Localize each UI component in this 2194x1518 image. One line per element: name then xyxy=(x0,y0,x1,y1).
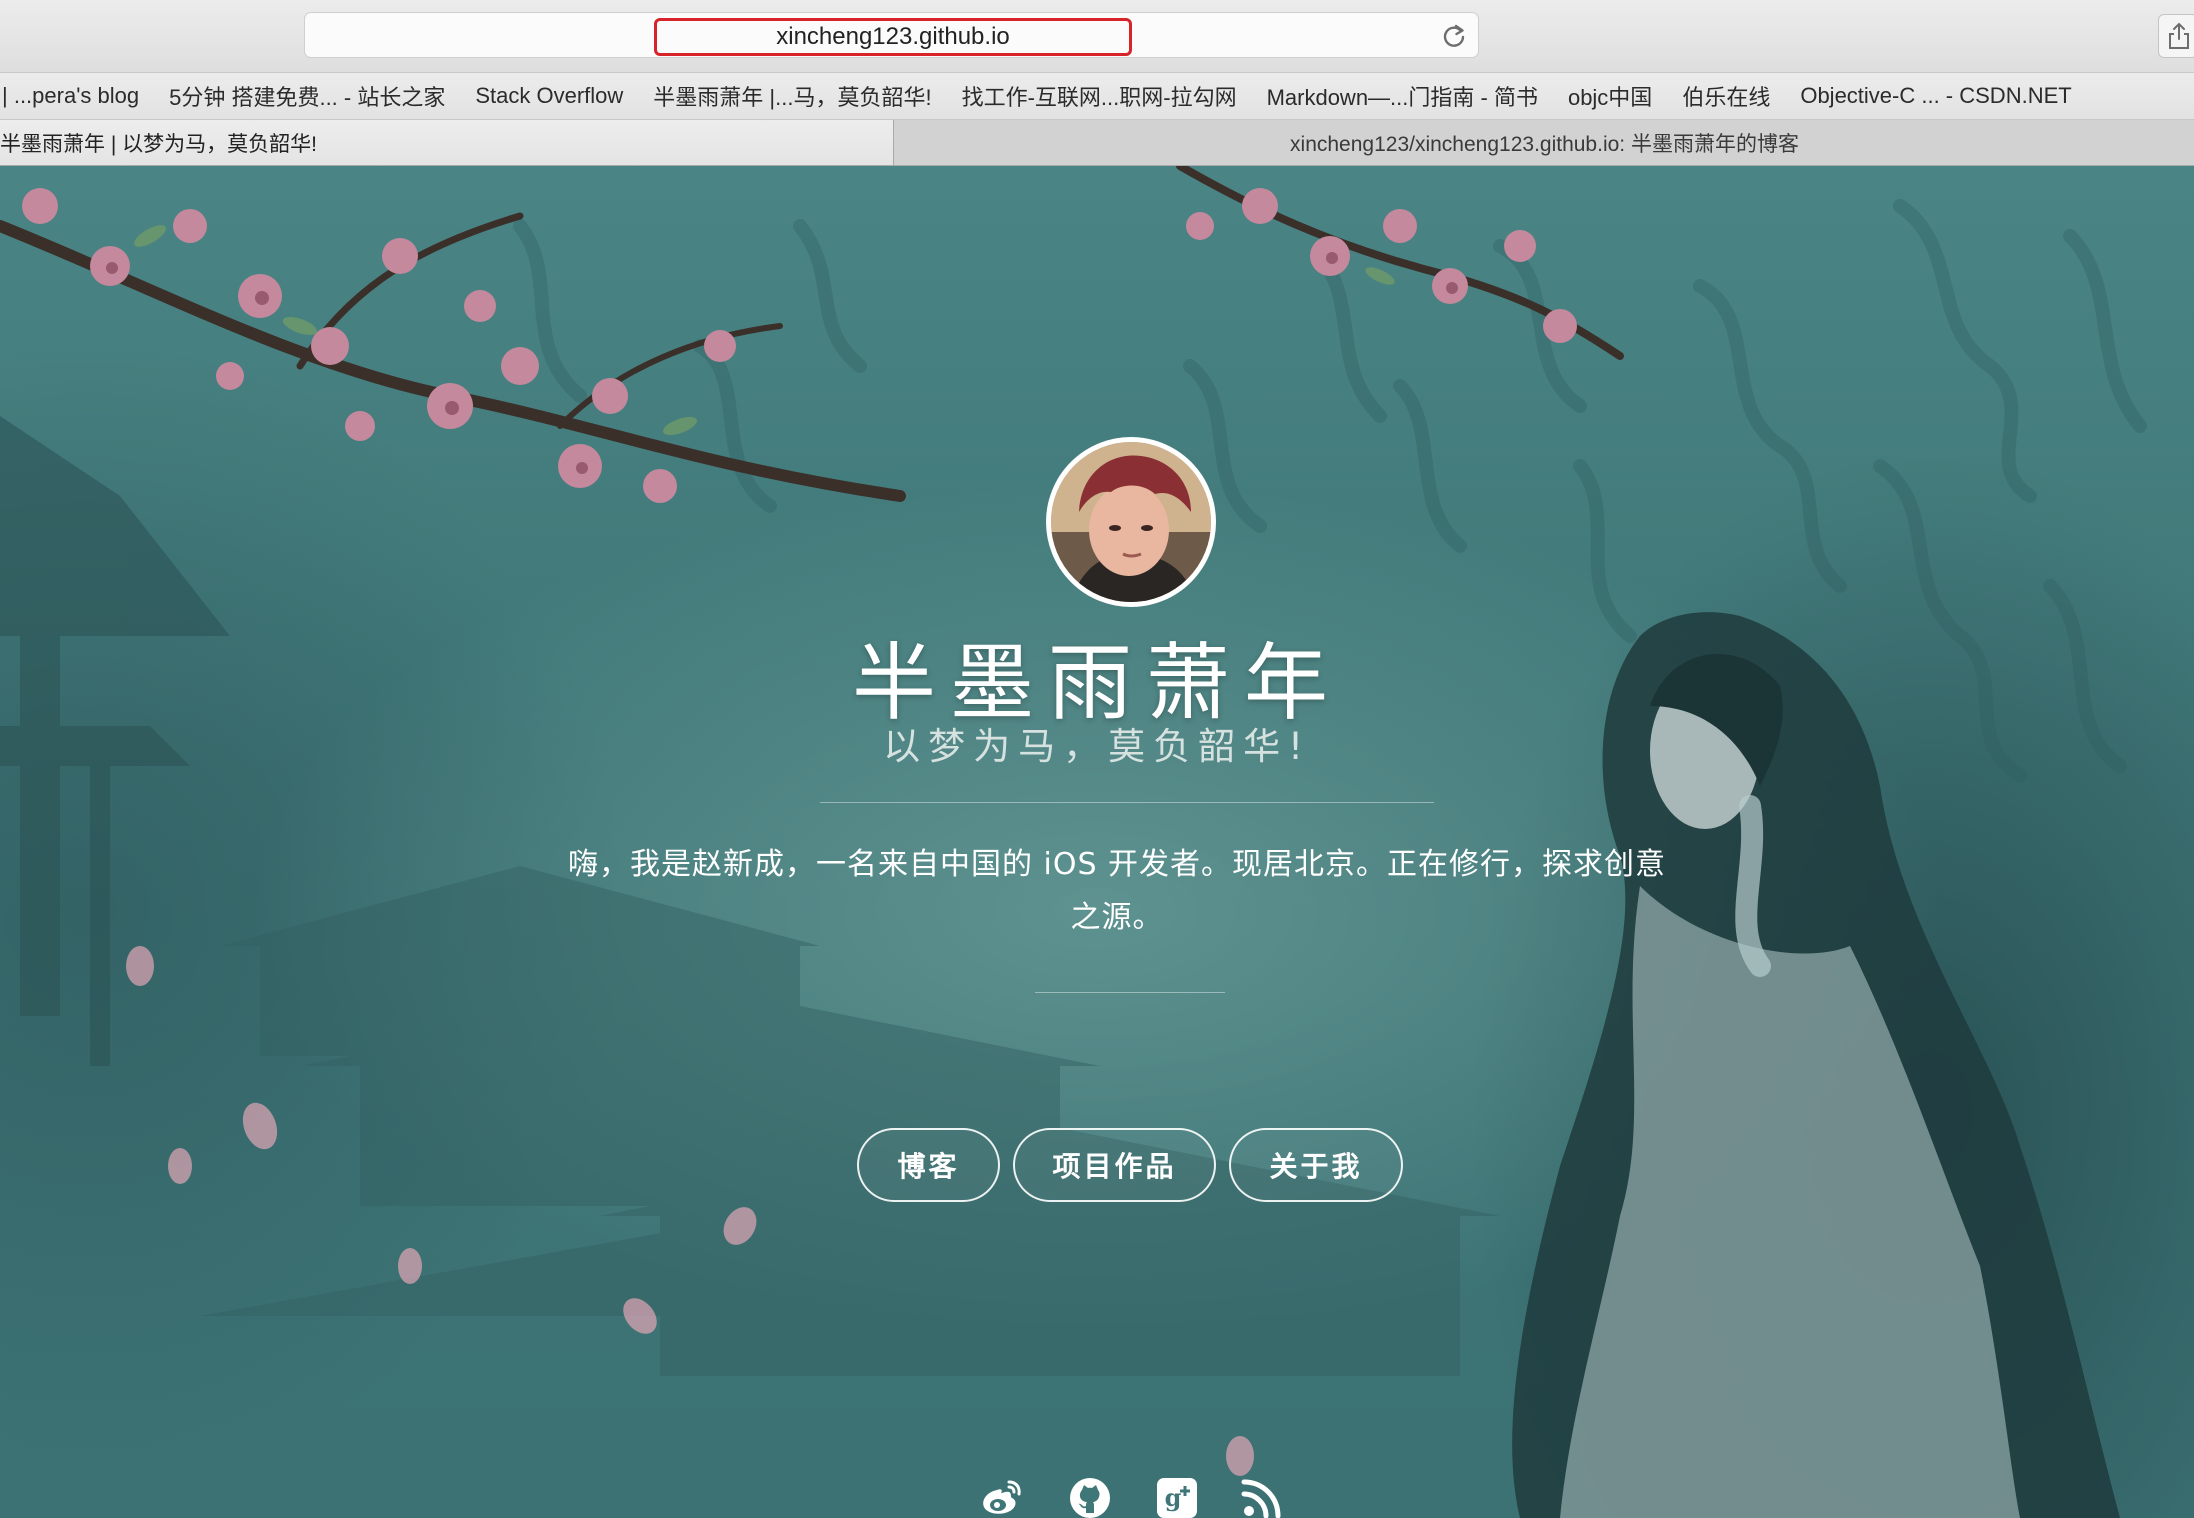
svg-text:g: g xyxy=(1165,1483,1182,1512)
bookmark-item[interactable]: 找工作-互联网...职网-拉勾网 xyxy=(947,80,1252,112)
site-subtitle: 以梦为马，莫负韶华! xyxy=(883,725,1311,768)
bookmark-item[interactable]: | ...pera's blog xyxy=(0,83,154,109)
tab-bar: 半墨雨萧年 | 以梦为马，莫负韶华! xincheng123/xincheng1… xyxy=(0,120,2194,166)
share-button[interactable] xyxy=(2158,14,2194,58)
divider xyxy=(1035,992,1225,993)
blog-button[interactable]: 博客 xyxy=(857,1128,1000,1202)
bookmark-item[interactable]: 5分钟 搭建免费... - 站长之家 xyxy=(154,80,460,112)
weibo-icon[interactable] xyxy=(979,1476,1023,1518)
avatar-photo xyxy=(1051,442,1211,602)
avatar[interactable] xyxy=(1046,437,1216,607)
share-icon xyxy=(2169,22,2189,49)
bookmark-item[interactable]: Objective-C ... - CSDN.NET xyxy=(1785,83,2086,109)
rss-icon[interactable] xyxy=(1240,1476,1284,1518)
hero-section: 半墨雨萧年 以梦为马，莫负韶华! 嗨，我是赵新成，一名来自中国的 iOS 开发者… xyxy=(0,166,2194,1518)
intro-text: 嗨，我是赵新成，一名来自中国的 iOS 开发者。现居北京。正在修行，探求创意之源… xyxy=(567,847,1667,935)
reload-icon[interactable] xyxy=(1440,22,1468,50)
bookmarks-bar: | ...pera's blog 5分钟 搭建免费... - 站长之家 Stac… xyxy=(0,73,2194,120)
bookmark-item[interactable]: Stack Overflow xyxy=(460,83,638,109)
divider xyxy=(820,802,1434,803)
about-button[interactable]: 关于我 xyxy=(1229,1128,1403,1202)
bookmark-item[interactable]: 半墨雨萧年 |...马，莫负韶华! xyxy=(638,80,946,112)
address-bar[interactable]: xincheng123.github.io xyxy=(304,12,1479,58)
google-plus-icon[interactable]: g xyxy=(1155,1476,1199,1518)
browser-toolbar: xincheng123.github.io xyxy=(0,0,2194,73)
bookmark-item[interactable]: objc中国 xyxy=(1553,80,1667,112)
bookmark-item[interactable]: Markdown—...门指南 - 简书 xyxy=(1252,80,1553,112)
tab-blog-home[interactable]: 半墨雨萧年 | 以梦为马，莫负韶华! xyxy=(0,120,894,165)
tab-github-repo[interactable]: xincheng123/xincheng123.github.io: 半墨雨萧年… xyxy=(895,120,2194,165)
url-text[interactable]: xincheng123.github.io xyxy=(654,18,1132,56)
github-icon[interactable] xyxy=(1068,1476,1112,1518)
bookmark-item[interactable]: 伯乐在线 xyxy=(1667,80,1785,112)
projects-button[interactable]: 项目作品 xyxy=(1013,1128,1216,1202)
